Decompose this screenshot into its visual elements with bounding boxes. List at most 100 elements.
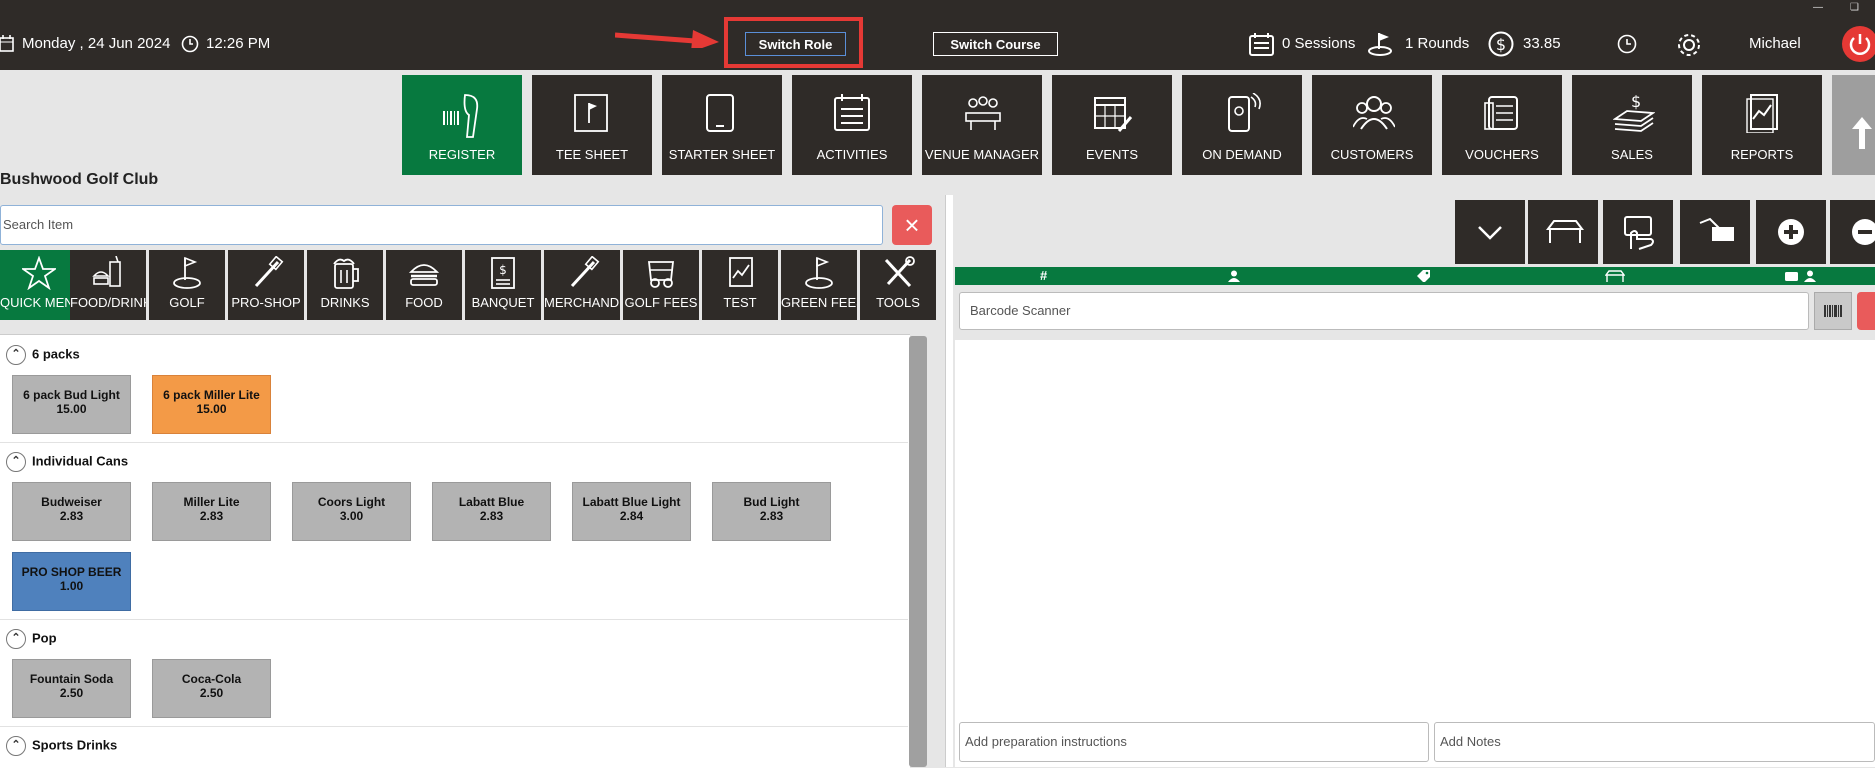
collapse-button[interactable] [1455,200,1525,264]
switch-role-button[interactable]: Switch Role [745,32,846,56]
remove-button[interactable] [1830,200,1875,264]
item-button[interactable]: Coca-Cola 2.50 [152,659,271,718]
category-merchandise[interactable]: MERCHANDISE [544,250,620,320]
tablet-icon [706,94,734,132]
category-label: TOOLS [876,295,920,310]
nav-sales[interactable]: $ SALES [1572,75,1692,175]
section-header-6-packs[interactable]: ⌃ 6 packs [6,345,80,365]
item-button[interactable]: Bud Light 2.83 [712,482,831,541]
category-food[interactable]: FOOD [386,250,462,320]
nav-venue-manager[interactable]: VENUE MANAGER [922,75,1042,175]
item-button[interactable]: Labatt Blue Light 2.84 [572,482,691,541]
clear-barcode-button[interactable] [1857,292,1875,330]
meeting-table-icon [965,96,1001,130]
balance-amount[interactable]: 33.85 [1523,35,1561,52]
item-button[interactable]: PRO SHOP BEER 1.00 [12,552,131,611]
category-label: PRO-SHOP [231,295,301,310]
category-label: GOLF FEES [624,295,698,310]
item-button[interactable]: 6 pack Bud Light 15.00 [12,375,131,434]
item-button[interactable]: Coors Light 3.00 [292,482,411,541]
power-button[interactable] [1842,26,1875,62]
golf-club-icon [570,256,600,288]
switch-course-button[interactable]: Switch Course [933,32,1058,56]
rounds-count[interactable]: 1 Rounds [1405,35,1469,52]
item-button[interactable]: Fountain Soda 2.50 [12,659,131,718]
chevron-up-icon: ⌃ [6,452,26,472]
category-label: FOOD [405,295,443,310]
nav-scroll-up[interactable] [1832,75,1875,175]
category-tools[interactable]: TOOLS [860,250,936,320]
category-golf-fees[interactable]: GOLF FEES [623,250,699,320]
nav-tee-sheet[interactable]: TEE SHEET [532,75,652,175]
table-button[interactable] [1528,200,1598,264]
hand-receipt-icon [1699,217,1734,241]
restore-icon[interactable]: ❏ [1850,2,1859,13]
payment-button[interactable] [1680,200,1750,264]
nav-label: VENUE MANAGER [924,147,1040,162]
item-button[interactable]: Labatt Blue 2.83 [432,482,551,541]
category-banquet[interactable]: $ BANQUET [465,250,541,320]
arrow-up-icon [1852,117,1872,149]
minimize-icon[interactable]: — [1813,2,1823,13]
section-header-pop[interactable]: ⌃ Pop [6,629,57,649]
item-list-scrollbar[interactable] [909,336,927,767]
minus-circle-icon [1852,219,1875,245]
nav-starter-sheet[interactable]: STARTER SHEET [662,75,782,175]
category-label: MERCHANDISE [544,295,620,310]
wallet-icon [1785,272,1798,281]
calendar-icon [0,35,14,52]
category-drinks[interactable]: DRINKS [307,250,383,320]
gear-icon[interactable] [1676,32,1702,58]
category-quick-menu[interactable]: QUICK MENU [0,250,76,320]
golf-club-icon [254,256,284,288]
nav-label: REGISTER [428,147,496,162]
add-button[interactable] [1756,200,1826,264]
red-arrow-annotation [615,30,719,48]
nav-label: SALES [1611,147,1653,162]
notes-input[interactable]: Add Notes [1434,722,1875,762]
dollar-icon: $ [1488,31,1514,57]
nav-activities[interactable]: ACTIVITIES [792,75,912,175]
item-button[interactable]: Budweiser 2.83 [12,482,131,541]
nav-on-demand[interactable]: ON DEMAND [1182,75,1302,175]
category-green-fees[interactable]: GREEN FEES [781,250,857,320]
user-name[interactable]: Michael [1749,35,1801,52]
beer-mug-icon [333,258,359,289]
scanner-icon [443,94,479,138]
section-header-individual-cans[interactable]: ⌃ Individual Cans [6,452,128,472]
calendar-edit-icon [1094,97,1133,132]
nav-label: REPORTS [1730,147,1794,162]
nav-events[interactable]: EVENTS [1052,75,1172,175]
barcode-input[interactable]: Barcode Scanner [959,292,1809,330]
category-label: GREEN FEES [781,295,857,310]
barcode-button[interactable] [1814,292,1852,330]
nav-reports[interactable]: REPORTS [1702,75,1822,175]
item-button[interactable]: 6 pack Miller Lite 15.00 [152,375,271,434]
golf-cart-icon [647,261,675,288]
category-food-drinks[interactable]: FOOD/DRINKS [70,250,146,320]
item-list: ⌃ 6 packs 6 pack Bud Light 15.00 6 pack Mi… [0,334,910,768]
nav-vouchers[interactable]: VOUCHERS [1442,75,1562,175]
item-button[interactable]: Miller Lite 2.83 [152,482,271,541]
chevron-up-icon: ⌃ [6,629,26,649]
nav-label: VOUCHERS [1465,147,1539,162]
people-icon [1353,96,1395,130]
history-clock-icon[interactable] [1617,34,1637,54]
star-icon [22,256,56,290]
search-input[interactable]: Search Item [0,205,883,245]
category-test[interactable]: TEST [702,250,778,320]
top-bar: Monday , 24 Jun 2024 12:26 PM Switch Rol… [0,0,1875,70]
category-golf[interactable]: GOLF [149,250,225,320]
nav-customers[interactable]: CUSTOMERS [1312,75,1432,175]
golf-flag-icon [1368,33,1392,56]
preparation-instructions-input[interactable]: Add preparation instructions [959,722,1429,762]
tap-card-button[interactable] [1603,200,1673,264]
order-columns-header: # [955,267,1875,285]
nav-register[interactable]: REGISTER [402,75,522,175]
invoice-icon: $ [491,257,515,289]
section-header-sports-drinks[interactable]: ⌃ Sports Drinks [6,736,117,756]
calendar-list-icon [834,94,870,131]
clear-search-button[interactable]: × [892,205,932,245]
sessions-count[interactable]: 0 Sessions [1282,35,1355,52]
category-pro-shop[interactable]: PRO-SHOP [228,250,304,320]
